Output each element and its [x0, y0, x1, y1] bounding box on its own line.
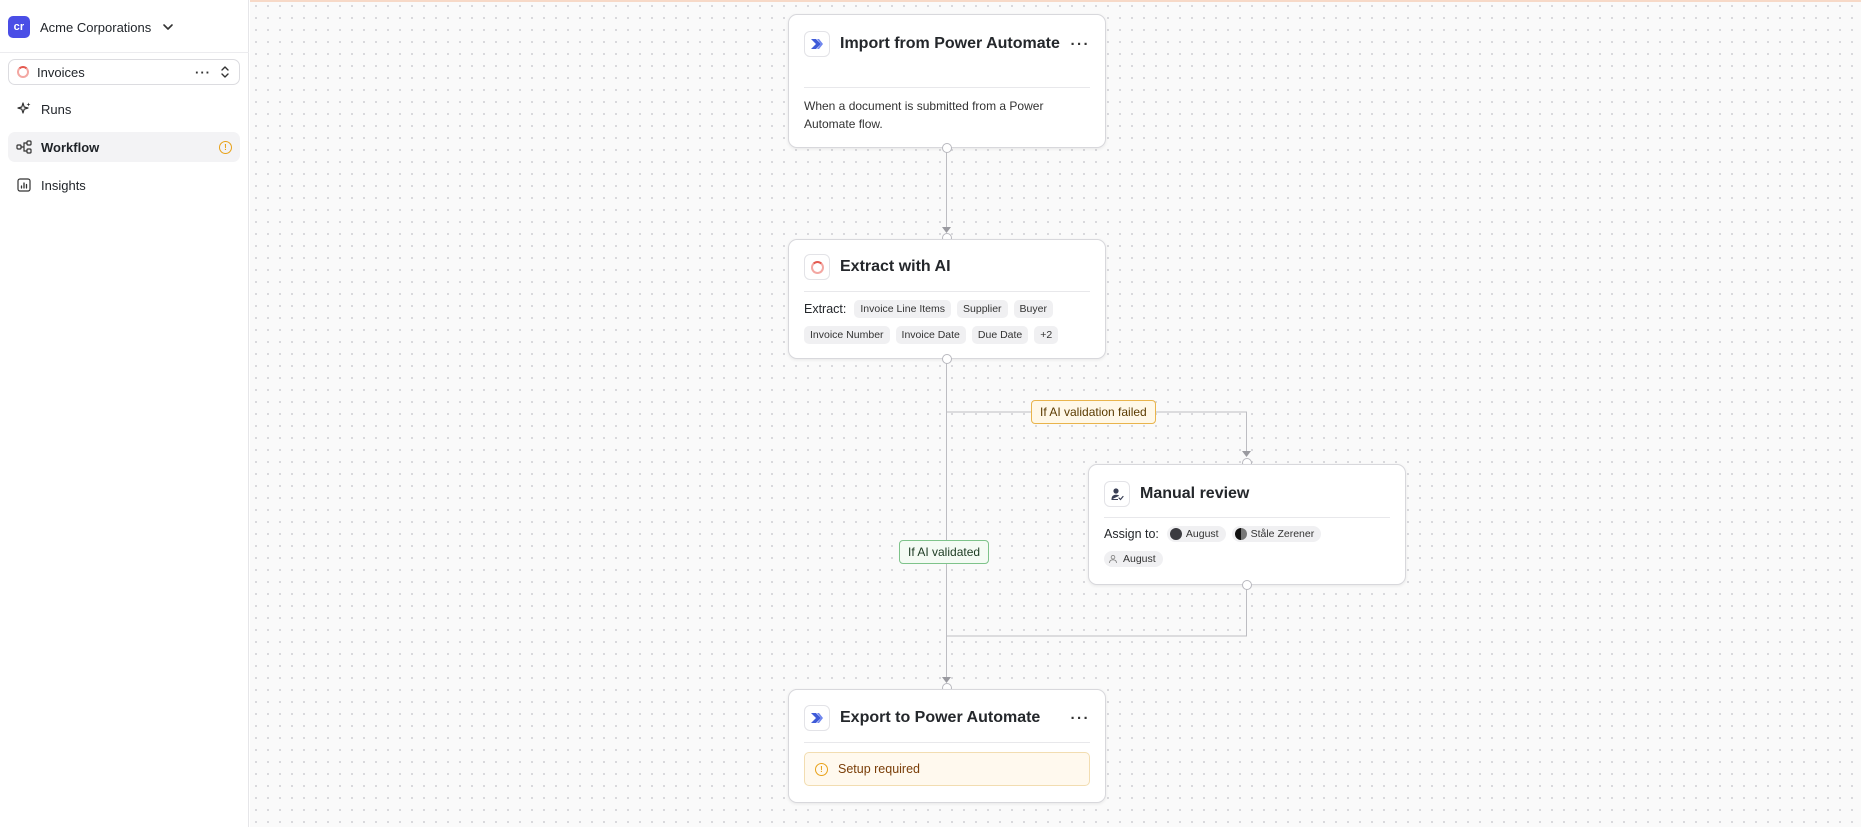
sidebar-item-label: Runs	[41, 101, 72, 117]
node-extract-ai[interactable]: Extract with AI Extract: Invoice Line It…	[788, 239, 1106, 359]
warning-icon: !	[219, 140, 232, 154]
power-automate-icon	[804, 31, 830, 57]
chevron-down-icon	[161, 20, 175, 34]
project-ring-icon	[17, 66, 29, 78]
more-fields-chip[interactable]: +2	[1034, 326, 1059, 344]
node-output-port[interactable]	[941, 354, 952, 364]
assignees-row: Assign to: August Ståle Zerener	[1104, 526, 1395, 542]
assignee-chip[interactable]: Ståle Zerener	[1231, 526, 1322, 542]
field-chip: Invoice Number	[804, 326, 890, 344]
org-avatar: cr	[8, 16, 30, 38]
sparkle-icon	[16, 101, 32, 117]
extract-label: Extract:	[804, 302, 847, 316]
assignee-name: Ståle Zerener	[1250, 528, 1315, 540]
more-options-icon[interactable]: ···	[1071, 711, 1091, 726]
field-chip: Invoice Line Items	[854, 300, 952, 318]
assignee-name: August	[1123, 553, 1156, 565]
node-divider	[804, 742, 1090, 743]
node-title: Extract with AI	[840, 258, 951, 275]
assignee-chip[interactable]: August	[1166, 526, 1226, 542]
user-icon	[1107, 553, 1119, 565]
sidebar-item-workflow[interactable]: Workflow !	[8, 132, 240, 162]
sidebar: cr Acme Corporations Invoices ··· Runs W…	[0, 0, 249, 827]
org-switcher[interactable]: cr Acme Corporations	[8, 14, 175, 40]
setup-status-text: Setup required	[838, 762, 921, 776]
canvas-top-border	[250, 0, 1861, 2]
node-divider	[1104, 517, 1390, 518]
extract-fields-row: Extract: Invoice Line Items Supplier Buy…	[804, 300, 1095, 318]
edge-label-validated[interactable]: If AI validated	[899, 540, 990, 564]
more-options-icon[interactable]: ···	[1071, 37, 1091, 52]
assignee-chip[interactable]: August	[1104, 551, 1163, 567]
sidebar-item-label: Workflow	[41, 139, 100, 155]
user-check-icon	[1104, 481, 1130, 507]
field-chip: Buyer	[1013, 300, 1053, 318]
field-chip: Supplier	[957, 300, 1008, 318]
setup-required-banner[interactable]: ! Setup required	[804, 752, 1090, 786]
node-title: Export to Power Automate	[840, 709, 1041, 726]
assignees-row: August	[1104, 551, 1395, 567]
node-export-power-automate[interactable]: Export to Power Automate ··· ! Setup req…	[788, 689, 1106, 803]
avatar	[1169, 528, 1182, 540]
assignee-name: August	[1185, 528, 1219, 540]
power-automate-icon	[804, 705, 830, 731]
org-name: Acme Corporations	[40, 19, 152, 35]
workflow-icon	[16, 139, 32, 155]
node-description: When a document is submitted from a Powe…	[804, 99, 1044, 131]
field-chip: Due Date	[971, 326, 1029, 344]
warning-icon: !	[815, 762, 828, 776]
edge-label-validation-failed[interactable]: If AI validation failed	[1031, 400, 1156, 424]
node-divider	[804, 87, 1090, 88]
project-name: Invoices	[37, 64, 85, 80]
avatar	[1234, 528, 1247, 540]
ai-ring-icon	[804, 254, 830, 280]
assign-label: Assign to:	[1104, 527, 1159, 541]
sidebar-item-insights[interactable]: Insights	[8, 170, 240, 200]
chevron-up-down-icon[interactable]	[219, 65, 231, 79]
node-title: Import from Power Automate	[840, 35, 1060, 52]
project-selector[interactable]: Invoices ···	[8, 59, 240, 85]
more-options-icon[interactable]: ···	[195, 66, 211, 79]
node-output-port[interactable]	[941, 143, 952, 153]
sidebar-item-runs[interactable]: Runs	[8, 94, 240, 124]
node-title: Manual review	[1140, 485, 1250, 502]
extract-fields-row: Invoice Number Invoice Date Due Date +2	[804, 326, 1095, 344]
node-import-power-automate[interactable]: Import from Power Automate ··· When a do…	[788, 14, 1106, 148]
node-manual-review[interactable]: Manual review Assign to: August Ståle Ze…	[1088, 464, 1406, 585]
node-divider	[804, 291, 1090, 292]
chart-icon	[16, 177, 32, 193]
node-output-port[interactable]	[1241, 580, 1252, 590]
sidebar-item-label: Insights	[41, 177, 86, 193]
field-chip: Invoice Date	[895, 326, 966, 344]
sidebar-divider	[0, 52, 249, 53]
